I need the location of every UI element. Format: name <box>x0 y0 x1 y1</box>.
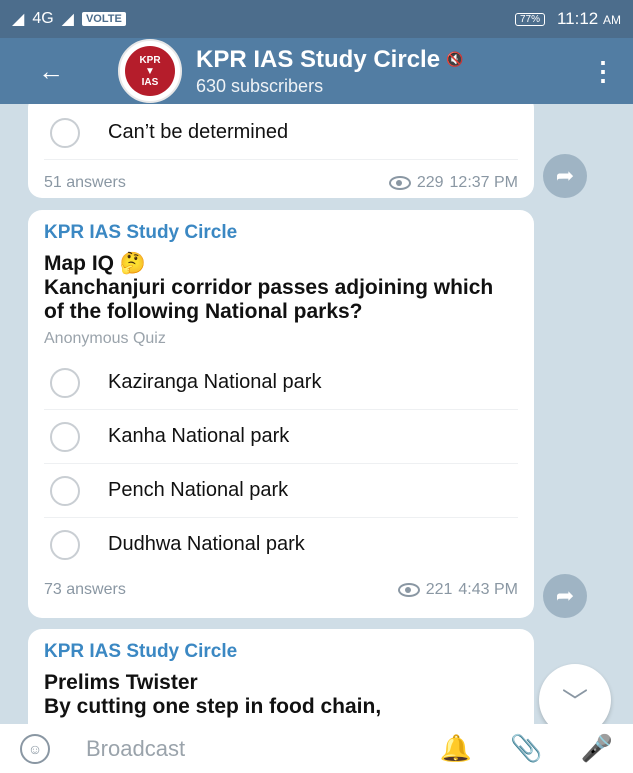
option-label: Kaziranga National park <box>108 371 322 393</box>
scroll-down-button[interactable]: ﹀ <box>539 664 611 724</box>
quiz-option[interactable]: Kaziranga National park <box>44 356 518 410</box>
app-bar: ← KPR ▼ IAS KPR IAS Study Circle 🔇 630 s… <box>0 38 633 104</box>
eye-icon <box>388 176 411 190</box>
signal-icon-2: ◢ <box>61 11 74 28</box>
message-time: 4:43 PM <box>458 581 518 598</box>
answer-count: 51 answers <box>44 174 126 191</box>
mic-icon[interactable]: 🎤 <box>581 733 613 764</box>
sender-name[interactable]: KPR IAS Study Circle <box>44 641 518 663</box>
quiz-option[interactable]: Dudhwa National park <box>44 518 518 571</box>
message-bubble: KPR IAS Study Circle Prelims Twister By … <box>28 629 534 724</box>
clock: 11:12 AM <box>556 9 621 28</box>
volte-badge: VOLTE <box>81 12 126 26</box>
signal-icon: ◢ <box>12 11 25 28</box>
bell-icon[interactable]: 🔔 <box>440 733 472 764</box>
option-label: Dudhwa National park <box>108 533 305 555</box>
radio-icon <box>50 475 80 506</box>
share-icon[interactable]: ➦ <box>543 154 587 198</box>
eye-icon <box>397 583 420 597</box>
view-count: 221 <box>425 581 453 598</box>
quiz-question: Prelims Twister By cutting one step in f… <box>44 671 382 718</box>
radio-icon <box>50 117 80 148</box>
chevron-down-icon: ﹀ <box>561 686 588 717</box>
shield-icon: ▼ <box>145 65 155 77</box>
message-time: 12:37 PM <box>449 174 518 191</box>
quiz-type: Anonymous Quiz <box>44 330 166 347</box>
bottom-bar: ☺ Broadcast 🔔 📎 🎤 <box>0 724 633 773</box>
broadcast-input[interactable]: Broadcast <box>86 736 402 762</box>
avatar-bottom-text: IAS <box>141 76 159 88</box>
status-bar: ◢ 4G ◢ VOLTE 77% 11:12 AM <box>0 0 633 38</box>
option-label: Pench National park <box>108 479 289 501</box>
share-icon[interactable]: ➦ <box>543 574 587 618</box>
emoji-icon[interactable]: ☺ <box>20 733 50 764</box>
subscriber-count: 630 subscribers <box>196 75 324 96</box>
channel-avatar[interactable]: KPR ▼ IAS <box>118 39 182 103</box>
quiz-option[interactable]: Can’t be determined <box>44 106 518 160</box>
radio-icon <box>50 367 80 398</box>
message-bubble: Can’t be determined 51 answers 229 12:37… <box>28 104 534 198</box>
quiz-option[interactable]: Kanha National park <box>44 410 518 464</box>
attach-icon[interactable]: 📎 <box>510 733 542 764</box>
quiz-option[interactable]: Pench National park <box>44 464 518 518</box>
channel-name: KPR IAS Study Circle <box>196 45 441 73</box>
radio-icon <box>50 421 80 452</box>
view-count: 229 <box>416 174 444 191</box>
radio-icon <box>50 529 80 560</box>
quiz-options: Kaziranga National park Kanha National p… <box>44 356 518 571</box>
back-button[interactable]: ← <box>38 56 78 87</box>
chat-area[interactable]: Can’t be determined 51 answers 229 12:37… <box>0 104 633 724</box>
avatar-top-text: KPR <box>139 54 161 66</box>
message-bubble: KPR IAS Study Circle Map IQ 🤔 Kanchanjur… <box>28 210 534 618</box>
sender-name[interactable]: KPR IAS Study Circle <box>44 222 518 244</box>
option-label: Can’t be determined <box>108 121 289 143</box>
option-label: Kanha National park <box>108 425 290 447</box>
quiz-question: Map IQ 🤔 Kanchanjuri corridor passes adj… <box>44 252 494 323</box>
battery-icon: 77% <box>514 12 545 26</box>
more-menu-button[interactable]: ⋮ <box>583 56 623 87</box>
mute-icon: 🔇 <box>446 51 464 67</box>
network-type: 4G <box>32 10 54 27</box>
channel-title-area[interactable]: KPR IAS Study Circle 🔇 630 subscribers <box>196 46 583 97</box>
answer-count: 73 answers <box>44 581 126 598</box>
